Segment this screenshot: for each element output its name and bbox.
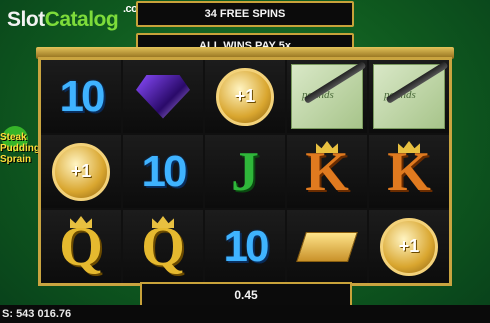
reel-3-row-3: 10 <box>205 210 285 283</box>
coin-plus-one-icon: +1 <box>380 217 438 276</box>
reel-5-row-2: K <box>369 135 449 208</box>
reel-3-row-2: J <box>205 135 285 208</box>
coin-plus-one-icon: +1 <box>216 67 274 126</box>
reel-1-row-2: +1 <box>41 135 121 208</box>
coin-label: +1 <box>234 86 256 106</box>
watermark-catalog: Catalog <box>44 8 119 31</box>
reel-1-row-1: 10 <box>41 60 121 133</box>
banknote-icon: pounds <box>373 60 449 129</box>
reel-grid: 10 +1 pounds pounds +1 10 J K K Q Q 10 +… <box>38 57 452 286</box>
pen-icon <box>385 60 449 105</box>
reel-2-row-2: 10 <box>123 135 203 208</box>
gold-bar-icon <box>296 231 358 262</box>
reel-1-row-3: Q <box>41 210 121 283</box>
reel-4-row-1: pounds <box>287 60 367 133</box>
reel-4-row-2: K <box>287 135 367 208</box>
symbol-10: 10 <box>141 146 188 196</box>
logo-line-2: Pudding <box>0 143 40 154</box>
reel-4-row-3 <box>287 210 367 283</box>
symbol-10: 10 <box>223 221 270 271</box>
reel-2-row-1 <box>123 60 203 133</box>
banknote-icon: pounds <box>291 60 367 129</box>
pen-icon <box>303 60 367 105</box>
logo-line-1: Steak <box>0 132 27 143</box>
watermark-slot: Slot <box>7 8 45 31</box>
slotcatalog-watermark: SlotCatalog .com <box>7 3 147 32</box>
symbol-j: J <box>231 140 259 203</box>
coin-label: +1 <box>398 236 420 256</box>
balance-value: 543 016.76 <box>16 308 72 320</box>
reel-5-row-3: +1 <box>369 210 449 283</box>
logo-line-3: Sprain <box>0 154 32 165</box>
free-spins-counter: 34 FREE SPINS <box>136 1 354 27</box>
game-logo: Steak Pudding Sprain <box>0 126 40 192</box>
coin-label: +1 <box>70 161 92 181</box>
reel-3-row-1: +1 <box>205 60 285 133</box>
balance-label: S: <box>2 308 13 320</box>
symbol-10: 10 <box>59 71 106 121</box>
balance-bar: S: 543 016.76 <box>0 305 490 323</box>
purple-gem-icon <box>136 74 190 119</box>
reel-5-row-1: pounds <box>369 60 449 133</box>
coin-plus-one-icon: +1 <box>52 142 110 201</box>
reel-2-row-3: Q <box>123 210 203 283</box>
